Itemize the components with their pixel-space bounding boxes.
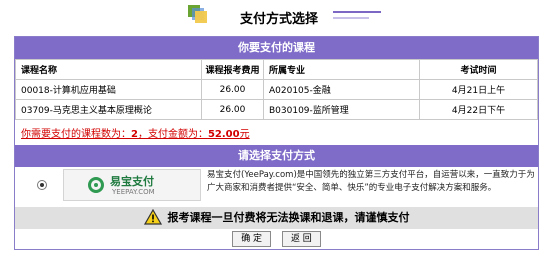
course-count: 2 [131, 129, 138, 140]
course-name: 03709-马克思主义基本原理概论 [15, 99, 202, 120]
payment-logo-icon [188, 5, 208, 25]
action-buttons: 确 定 返 回 [15, 230, 538, 248]
table-row: 00018-计算机应用基础 26.00 A020105-金融 4月21日上午 [15, 79, 538, 100]
course-major: A020105-金融 [263, 79, 420, 100]
courses-section-title: 你要支付的课程 [15, 37, 538, 59]
column-header-major: 所属专业 [263, 59, 420, 80]
table-row: 03709-马克思主义基本原理概论 26.00 B030109-监所管理 4月2… [15, 99, 538, 120]
payment-summary: 你需要支付的课程数为：2，支付金额为：52.00元 [21, 125, 250, 140]
exam-time: 4月21日上午 [419, 79, 538, 100]
payment-option-yeepay: 易宝支付 YEEPAY.COM 易宝支付(YeePay.com)是中国领先的独立… [15, 167, 538, 203]
summary-suffix: 元 [239, 129, 250, 140]
warning-icon [143, 208, 162, 225]
title-decoration [333, 11, 381, 19]
column-header-fee: 课程报考费用 [201, 59, 264, 80]
summary-prefix: 你需要支付的课程数为： [21, 129, 131, 140]
yeepay-logo-name: 易宝支付 [110, 175, 154, 188]
warning-banner: 报考课程一旦付费将无法换课和退课，请谨慎支付 [15, 207, 538, 229]
column-header-exam-time: 考试时间 [419, 59, 538, 80]
course-major: B030109-监所管理 [263, 99, 420, 120]
yeepay-logo-icon [88, 177, 104, 193]
course-fee: 26.00 [201, 79, 264, 100]
warning-text: 报考课程一旦付费将无法换课和退课，请谨慎支付 [167, 211, 410, 224]
yeepay-logo[interactable]: 易宝支付 YEEPAY.COM [63, 169, 201, 201]
payment-amount: 52.00 [207, 129, 240, 140]
course-fee: 26.00 [201, 99, 264, 120]
yeepay-description: 易宝支付(YeePay.com)是中国领先的独立第三方支付平台，自运营以来，一直… [207, 170, 535, 193]
yeepay-logo-domain: YEEPAY.COM [112, 188, 155, 196]
payment-section-title: 请选择支付方式 [15, 145, 538, 167]
course-name: 00018-计算机应用基础 [15, 79, 202, 100]
table-header-row: 课程名称 课程报考费用 所属专业 考试时间 [15, 59, 538, 80]
exam-time: 4月22日下午 [419, 99, 538, 120]
column-header-course-name: 课程名称 [15, 59, 202, 80]
summary-mid: ，支付金额为： [137, 129, 208, 140]
back-button[interactable]: 返 回 [281, 231, 321, 247]
page-header: 支付方式选择 [0, 0, 554, 32]
courses-table: 课程名称 课程报考费用 所属专业 考试时间 00018-计算机应用基础 26.0… [15, 59, 538, 120]
payment-panel: 你要支付的课程 课程名称 课程报考费用 所属专业 考试时间 00018-计算机应… [14, 36, 539, 250]
confirm-button[interactable]: 确 定 [232, 231, 272, 247]
yeepay-radio[interactable] [37, 180, 47, 190]
page-title: 支付方式选择 [240, 12, 319, 27]
